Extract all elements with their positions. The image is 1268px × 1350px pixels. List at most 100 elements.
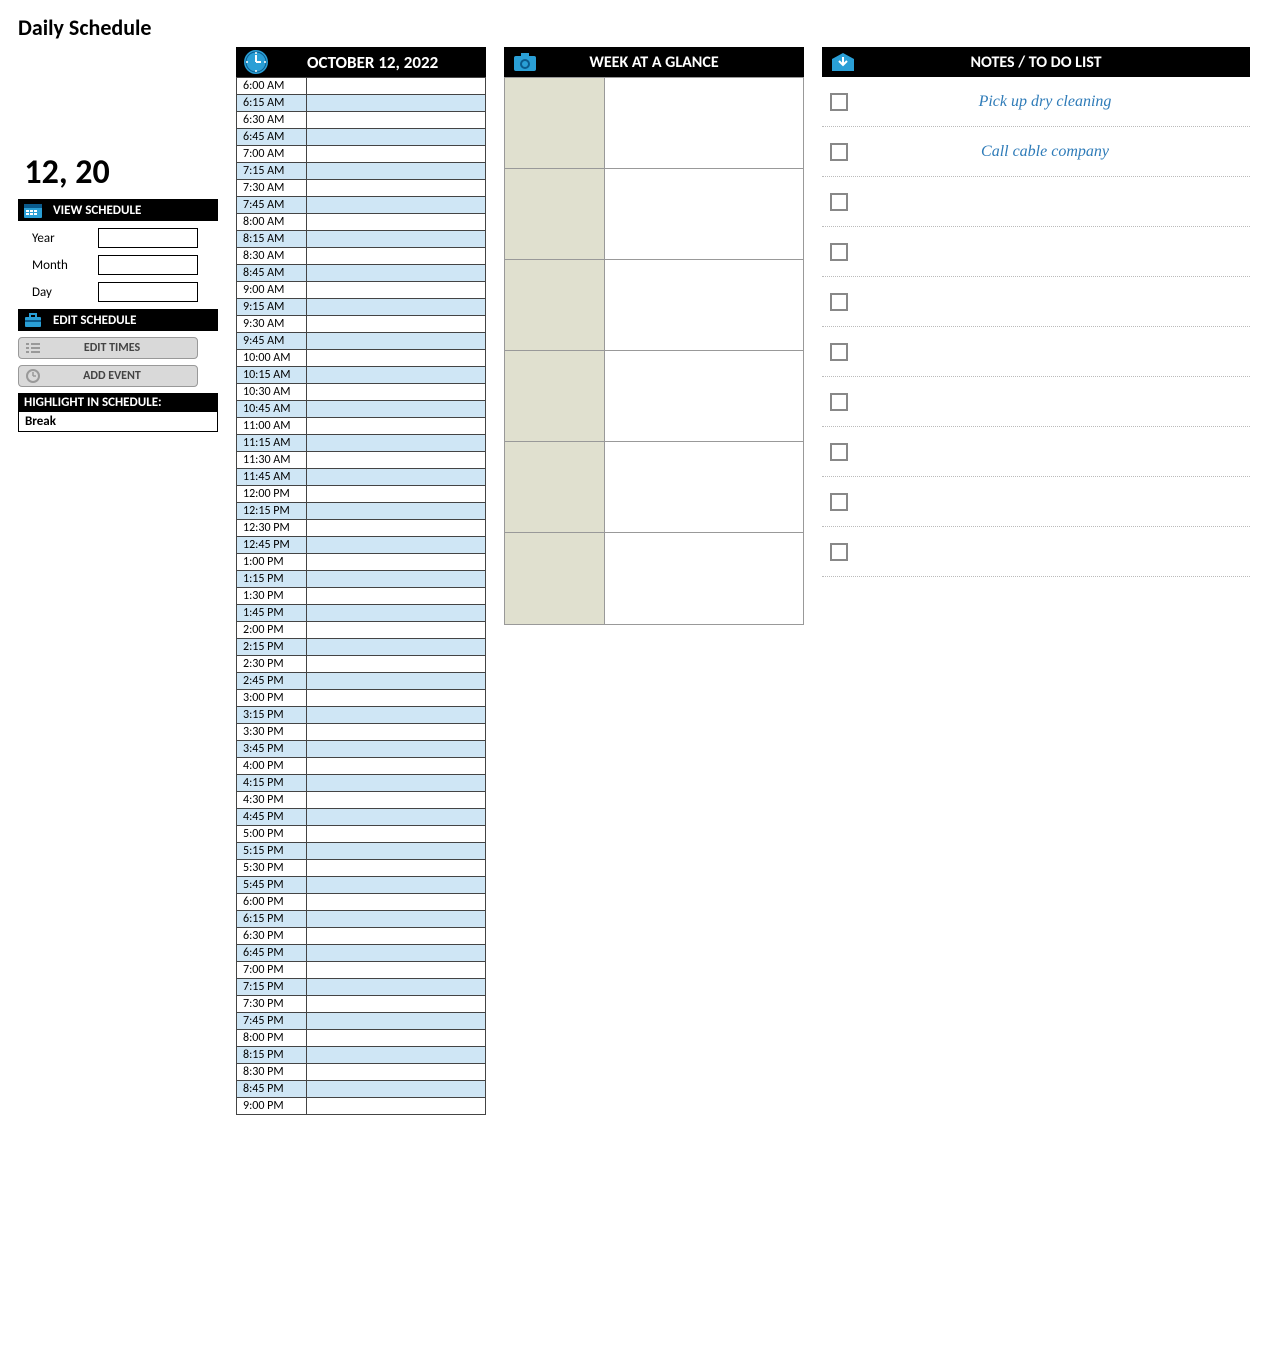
week-event-cell[interactable] [605, 169, 803, 259]
time-slot[interactable] [307, 350, 486, 367]
note-checkbox[interactable] [830, 493, 848, 511]
week-event-cell[interactable] [605, 533, 803, 624]
time-slot[interactable] [307, 758, 486, 775]
time-slot[interactable] [307, 486, 486, 503]
time-row: 6:00 AM [237, 78, 486, 95]
note-checkbox[interactable] [830, 393, 848, 411]
week-day-cell[interactable] [505, 351, 605, 441]
time-slot[interactable] [307, 418, 486, 435]
time-slot[interactable] [307, 707, 486, 724]
year-row: Year [32, 228, 218, 248]
time-slot[interactable] [307, 163, 486, 180]
time-slot[interactable] [307, 1081, 486, 1098]
time-slot[interactable] [307, 180, 486, 197]
time-slot[interactable] [307, 248, 486, 265]
time-slot[interactable] [307, 605, 486, 622]
time-label: 8:45 AM [237, 265, 307, 282]
time-slot[interactable] [307, 197, 486, 214]
time-slot[interactable] [307, 979, 486, 996]
time-slot[interactable] [307, 401, 486, 418]
highlight-value[interactable]: Break [18, 412, 218, 432]
time-slot[interactable] [307, 299, 486, 316]
week-day-cell[interactable] [505, 260, 605, 350]
time-slot[interactable] [307, 537, 486, 554]
time-slot[interactable] [307, 860, 486, 877]
time-slot[interactable] [307, 996, 486, 1013]
week-event-cell[interactable] [605, 260, 803, 350]
time-slot[interactable] [307, 384, 486, 401]
time-slot[interactable] [307, 469, 486, 486]
time-slot[interactable] [307, 214, 486, 231]
time-slot[interactable] [307, 928, 486, 945]
note-checkbox[interactable] [830, 343, 848, 361]
time-slot[interactable] [307, 316, 486, 333]
time-slot[interactable] [307, 741, 486, 758]
time-slot[interactable] [307, 265, 486, 282]
time-slot[interactable] [307, 146, 486, 163]
month-input[interactable] [98, 255, 198, 275]
time-slot[interactable] [307, 622, 486, 639]
time-slot[interactable] [307, 724, 486, 741]
time-slot[interactable] [307, 673, 486, 690]
week-row [505, 169, 803, 260]
time-slot[interactable] [307, 809, 486, 826]
time-slot[interactable] [307, 639, 486, 656]
time-slot[interactable] [307, 1098, 486, 1115]
week-event-cell[interactable] [605, 442, 803, 532]
time-slot[interactable] [307, 435, 486, 452]
time-slot[interactable] [307, 1064, 486, 1081]
time-slot[interactable] [307, 1030, 486, 1047]
add-event-button[interactable]: ADD EVENT [18, 365, 198, 387]
time-slot[interactable] [307, 945, 486, 962]
time-slot[interactable] [307, 656, 486, 673]
time-slot[interactable] [307, 1047, 486, 1064]
month-label: Month [32, 258, 98, 273]
time-slot[interactable] [307, 95, 486, 112]
time-slot[interactable] [307, 571, 486, 588]
time-slot[interactable] [307, 775, 486, 792]
time-slot[interactable] [307, 792, 486, 809]
year-input[interactable] [98, 228, 198, 248]
week-event-cell[interactable] [605, 78, 803, 168]
time-slot[interactable] [307, 333, 486, 350]
time-slot[interactable] [307, 78, 486, 95]
time-slot[interactable] [307, 503, 486, 520]
time-slot[interactable] [307, 554, 486, 571]
week-event-cell[interactable] [605, 351, 803, 441]
week-day-cell[interactable] [505, 533, 605, 624]
time-slot[interactable] [307, 112, 486, 129]
note-checkbox[interactable] [830, 193, 848, 211]
note-checkbox[interactable] [830, 243, 848, 261]
time-slot[interactable] [307, 588, 486, 605]
time-slot[interactable] [307, 826, 486, 843]
inbox-icon [830, 51, 856, 73]
time-slot[interactable] [307, 843, 486, 860]
time-slot[interactable] [307, 282, 486, 299]
notes-list: Pick up dry cleaningCall cable company [822, 77, 1250, 577]
week-day-cell[interactable] [505, 169, 605, 259]
note-checkbox[interactable] [830, 293, 848, 311]
time-label: 3:15 PM [237, 707, 307, 724]
note-checkbox[interactable] [830, 543, 848, 561]
week-day-cell[interactable] [505, 78, 605, 168]
day-input[interactable] [98, 282, 198, 302]
note-checkbox[interactable] [830, 143, 848, 161]
week-day-cell[interactable] [505, 442, 605, 532]
note-checkbox[interactable] [830, 93, 848, 111]
time-slot[interactable] [307, 894, 486, 911]
time-slot[interactable] [307, 690, 486, 707]
time-slot[interactable] [307, 367, 486, 384]
time-slot[interactable] [307, 911, 486, 928]
time-slot[interactable] [307, 129, 486, 146]
time-slot[interactable] [307, 877, 486, 894]
time-slot[interactable] [307, 452, 486, 469]
edit-times-button[interactable]: EDIT TIMES [18, 337, 198, 359]
note-text: Pick up dry cleaning [878, 93, 1242, 111]
time-slot[interactable] [307, 231, 486, 248]
note-checkbox[interactable] [830, 443, 848, 461]
time-slot[interactable] [307, 520, 486, 537]
time-label: 3:45 PM [237, 741, 307, 758]
time-slot[interactable] [307, 1013, 486, 1030]
time-slot[interactable] [307, 962, 486, 979]
time-row: 2:45 PM [237, 673, 486, 690]
